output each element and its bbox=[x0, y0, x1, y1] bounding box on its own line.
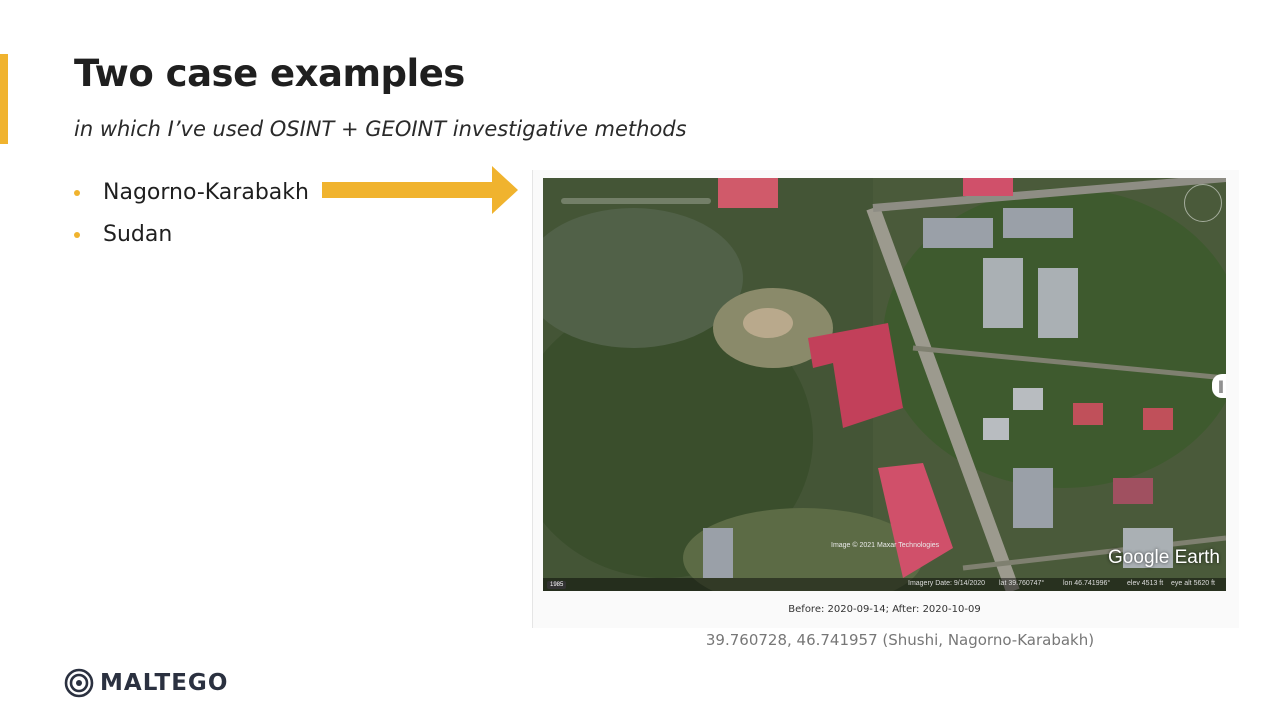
maltego-logo: MALTEGO bbox=[64, 668, 228, 698]
compass-icon[interactable] bbox=[1184, 184, 1222, 222]
bullet-dot-icon bbox=[74, 190, 80, 196]
lat-readout: lat 39.760747° bbox=[999, 580, 1045, 587]
satellite-image: ‖ Image © 2021 Maxar Technologies Google… bbox=[543, 178, 1226, 591]
right-arrow-icon bbox=[322, 166, 518, 214]
elev-readout: elev 4513 ft bbox=[1127, 580, 1164, 587]
timeline-slider[interactable] bbox=[561, 198, 711, 204]
date-caption: Before: 2020-09-14; After: 2020-10-09 bbox=[788, 604, 981, 615]
imagery-copyright: Image © 2021 Maxar Technologies bbox=[831, 542, 940, 549]
maltego-logo-icon bbox=[64, 668, 94, 698]
slide-title: Two case examples bbox=[74, 52, 465, 95]
imagery-date: Imagery Date: 9/14/2020 bbox=[908, 580, 986, 587]
list-item: Sudan bbox=[74, 214, 309, 256]
brand-name: MALTEGO bbox=[100, 670, 229, 696]
accent-bar bbox=[0, 54, 8, 144]
eye-alt-readout: eye alt 5620 ft bbox=[1171, 580, 1215, 587]
bullet-dot-icon bbox=[74, 232, 80, 238]
coords-caption: 39.760728, 46.741957 (Shushi, Nagorno-Ka… bbox=[705, 631, 1095, 649]
status-bar: 1985 Imagery Date: 9/14/2020 lat 39.7607… bbox=[543, 578, 1226, 591]
satellite-imagery-icon bbox=[543, 178, 1226, 591]
bullet-label: Sudan bbox=[103, 222, 173, 247]
list-item: Nagorno-Karabakh bbox=[74, 172, 309, 214]
google-earth-logo: Google Earth bbox=[1108, 547, 1220, 568]
bullet-list: Nagorno-Karabakh Sudan bbox=[74, 172, 309, 256]
lon-readout: lon 46.741996° bbox=[1063, 580, 1111, 587]
history-clock-icon[interactable]: 1985 bbox=[547, 581, 567, 589]
swipe-handle-icon[interactable]: ‖ bbox=[1212, 374, 1226, 398]
bullet-label: Nagorno-Karabakh bbox=[103, 180, 309, 205]
slide-subtitle: in which I’ve used OSINT + GEOINT invest… bbox=[74, 117, 687, 141]
